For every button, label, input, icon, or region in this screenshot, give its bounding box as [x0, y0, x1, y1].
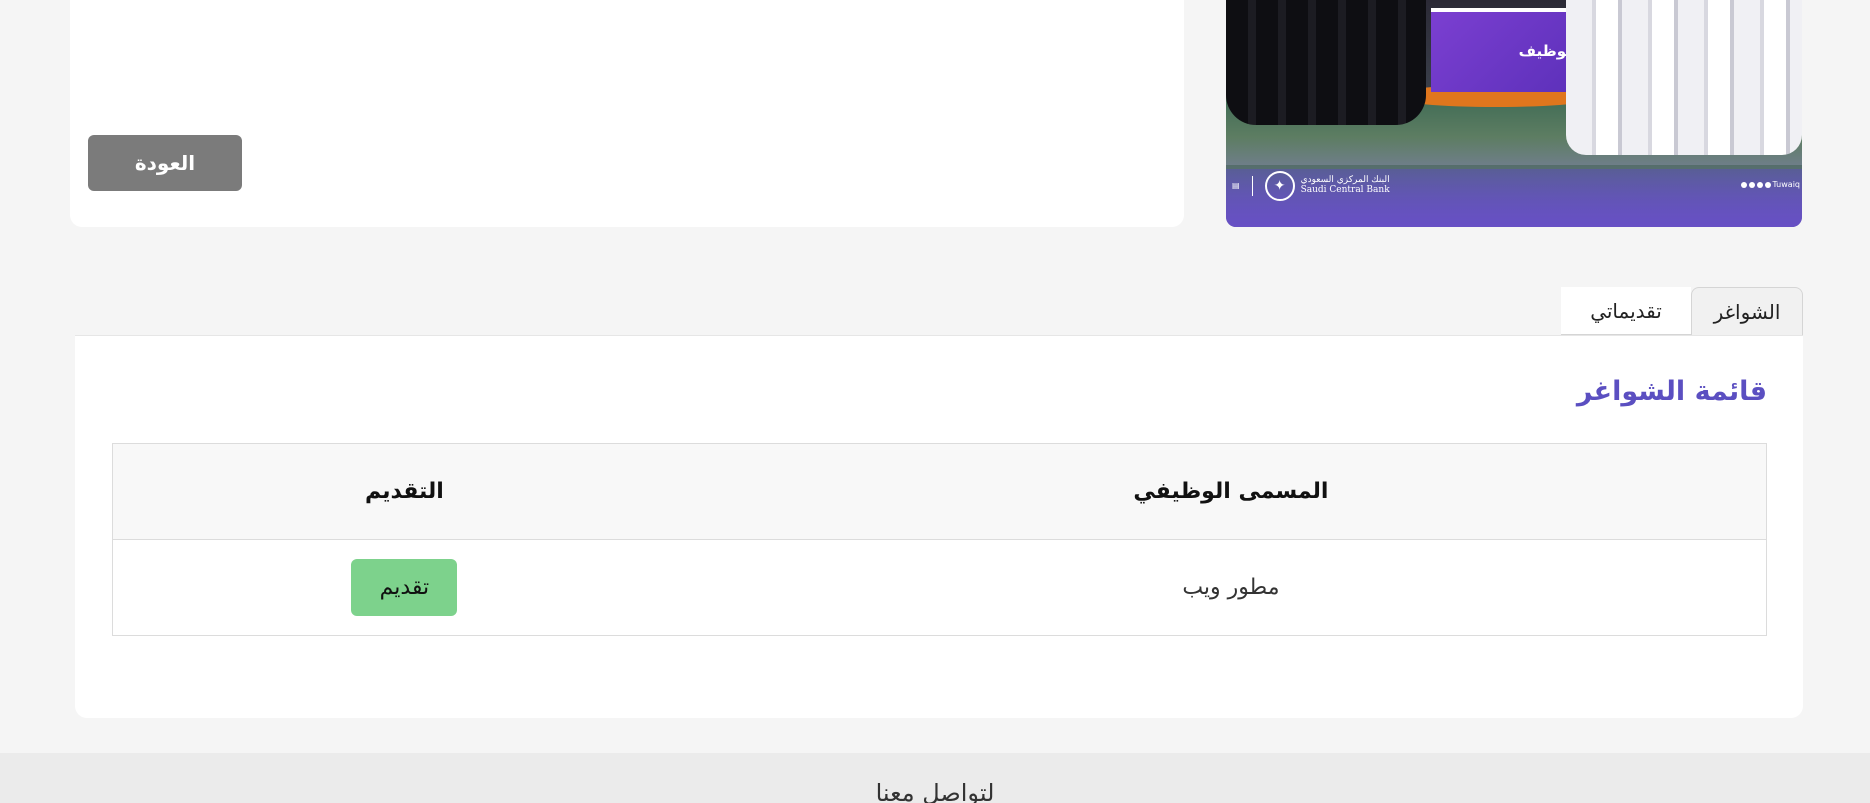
logo-divider: [1251, 176, 1253, 196]
social-icon: [1764, 181, 1771, 188]
table-row: مطور ويب تقديم: [113, 540, 1767, 636]
tab-vacancies[interactable]: الشواغر: [1691, 287, 1803, 335]
page: للتوظيف البنك المركزي السعودي Saudi Cent…: [0, 0, 1870, 803]
event-photo: للتوظيف البنك المركزي السعودي Saudi Cent…: [1226, 0, 1802, 227]
bank-name: البنك المركزي السعودي Saudi Central Bank: [1300, 175, 1390, 196]
panel-title: قائمة الشواغر: [1576, 376, 1767, 407]
photo-crowd-right: [1566, 0, 1802, 155]
photo-crowd-left: [1226, 0, 1426, 125]
details-card: العودة: [70, 0, 1184, 227]
bank-logo: البنك المركزي السعودي Saudi Central Bank…: [1232, 171, 1390, 201]
table-header-row: المسمى الوظيفي التقديم: [112, 443, 1767, 540]
vacancies-panel: قائمة الشواغر المسمى الوظيفي التقديم مطو…: [75, 335, 1803, 718]
footer-heading: لتواصل معنا: [875, 779, 995, 803]
social-handle: Tuwaiq: [1772, 180, 1801, 189]
back-button[interactable]: العودة: [88, 135, 242, 191]
vacancies-table: المسمى الوظيفي التقديم مطور ويب تقديم: [112, 443, 1767, 636]
footer: لتواصل معنا: [0, 753, 1870, 803]
vision-logo-icon: ▤: [1232, 181, 1240, 190]
social-icon: [1756, 181, 1763, 188]
social-icon: [1748, 181, 1755, 188]
social-icon: [1740, 181, 1747, 188]
tab-bar: الشواغر تقديماتي: [1561, 287, 1803, 335]
social-icons: Tuwaiq: [1740, 180, 1801, 189]
apply-cell: تقديم: [113, 540, 696, 636]
column-header-job-title: المسمى الوظيفي: [695, 443, 1767, 540]
bank-seal-icon: ✦: [1264, 171, 1295, 201]
bank-name-en: Saudi Central Bank: [1300, 185, 1390, 195]
tab-my-applications[interactable]: تقديماتي: [1561, 287, 1691, 335]
column-header-apply: التقديم: [112, 443, 696, 540]
apply-button[interactable]: تقديم: [351, 559, 458, 616]
tabs-container: الشواغر تقديماتي قائمة الشواغر المسمى ال…: [75, 287, 1803, 718]
job-title-cell: مطور ويب: [1182, 575, 1280, 600]
